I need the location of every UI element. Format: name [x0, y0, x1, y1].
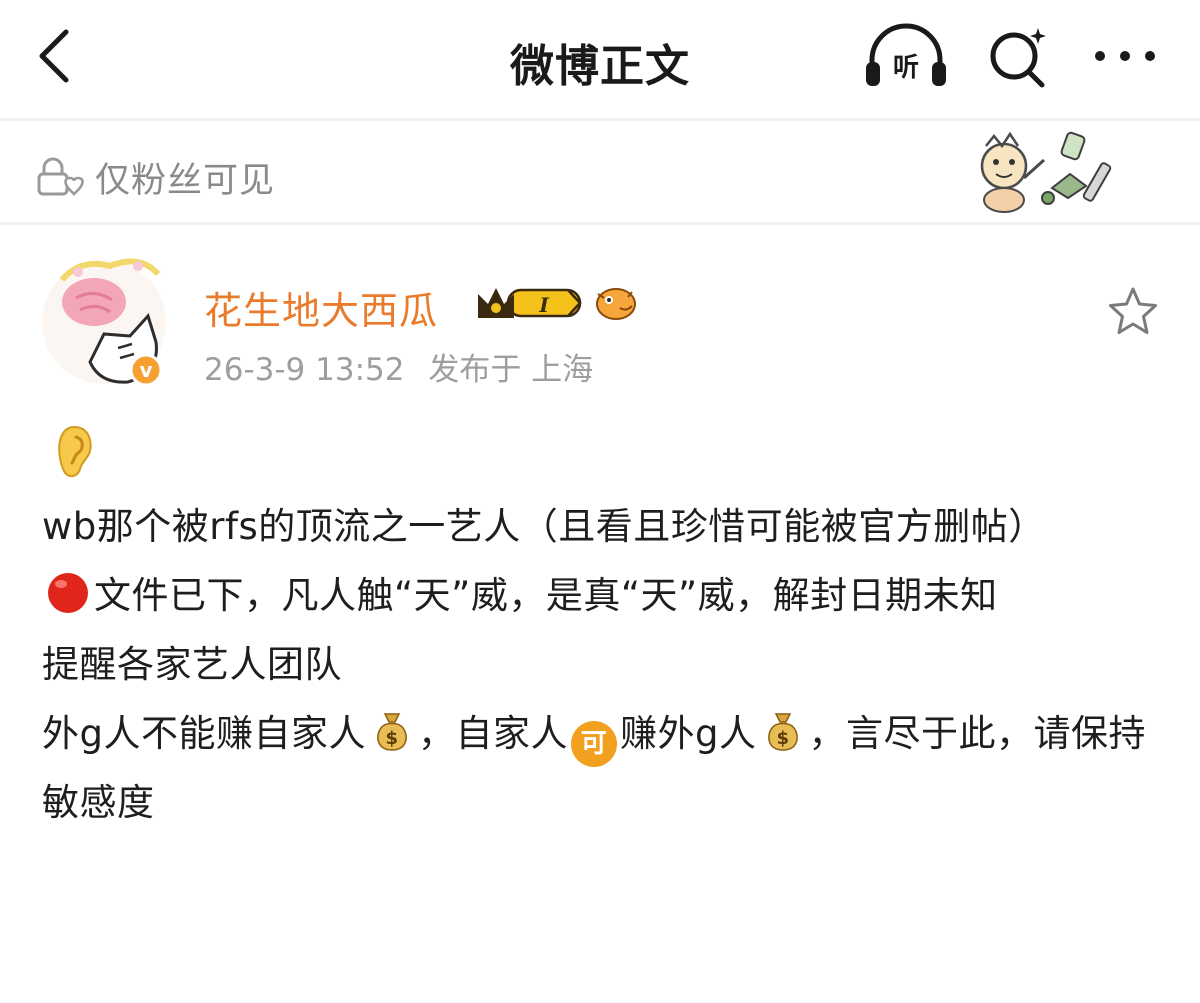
red-circle-emoji-icon	[48, 573, 88, 613]
post-text-segment: 文件已下，凡人触“天”威，是真“天”威，解封日期未知	[94, 574, 998, 617]
author-name[interactable]: 花生地大西瓜	[204, 280, 438, 335]
post-text-segment: wb那个被rfs的顶流之一艺人（且看且珍惜可能被官方删帖）	[42, 505, 1046, 548]
favorite-button[interactable]	[1105, 284, 1161, 338]
post-line-3: 提醒各家艺人团队	[42, 630, 1162, 699]
post-location: 发布于 上海	[428, 352, 594, 388]
decorative-sticker-image	[980, 131, 1112, 213]
header-divider	[0, 118, 1200, 121]
money-bag-emoji-icon: $	[767, 713, 798, 751]
visibility-divider	[0, 222, 1200, 225]
listen-button[interactable]: 听	[860, 22, 952, 90]
visibility-bar: 仅粉丝可见	[0, 122, 1200, 222]
ear-emoji-icon	[58, 425, 92, 477]
post-line-4: 外g人不能赚自家人 $ ，自家人可赚外g人 $ ，言尽于此，请保持敏感度	[42, 699, 1162, 837]
post-body: wb那个被rfs的顶流之一艺人（且看且珍惜可能被官方删帖） 文件已下，凡人触“天…	[42, 492, 1162, 837]
listen-label: 听	[893, 53, 919, 83]
verified-mark: v	[139, 358, 152, 382]
money-bag-emoji-icon: $	[377, 713, 407, 751]
post-line-2: 文件已下，凡人触“天”威，是真“天”威，解封日期未知	[42, 561, 1162, 630]
avatar-image: v	[42, 258, 166, 387]
more-button[interactable]	[1086, 34, 1164, 78]
more-icon	[1095, 51, 1155, 61]
lock-icon	[37, 157, 84, 196]
post-text-segment: ，自家人	[418, 712, 568, 755]
vip-level: I	[538, 293, 549, 317]
vip-crown-badge-icon: I	[478, 288, 582, 318]
post-text-segment: 外g人不能赚自家人	[42, 712, 366, 755]
ke-badge-emoji: 可	[571, 721, 617, 767]
star-icon	[1109, 287, 1157, 334]
headphones-icon: 听	[866, 23, 946, 86]
top-navigation-bar: 微博正文 听	[0, 0, 1200, 118]
search-button[interactable]	[982, 22, 1054, 90]
svg-text:$: $	[385, 728, 398, 749]
post-line-1: wb那个被rfs的顶流之一艺人（且看且珍惜可能被官方删帖）	[42, 492, 1162, 561]
post-text-segment: 赚外g人	[620, 712, 757, 755]
post-text-segment: 提醒各家艺人团队	[42, 643, 342, 686]
post-meta: 26-3-9 13:52 发布于 上海	[204, 344, 593, 389]
svg-text:$: $	[776, 728, 789, 749]
post-timestamp: 26-3-9 13:52	[204, 352, 405, 388]
fans-only-label: 仅粉丝可见	[95, 161, 276, 201]
avatar[interactable]: v	[40, 244, 172, 394]
fish-badge-icon	[596, 288, 636, 320]
search-icon	[990, 28, 1046, 88]
ke-badge-label: 可	[580, 729, 608, 759]
